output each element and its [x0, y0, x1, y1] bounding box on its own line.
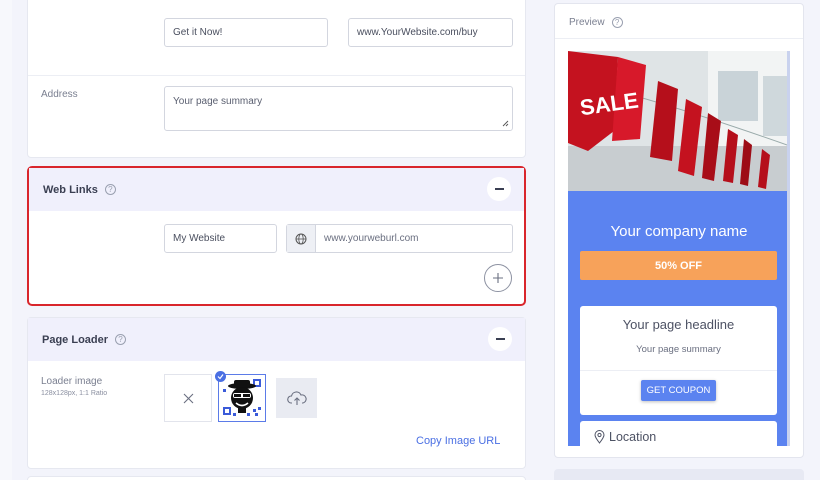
- button-url-input[interactable]: www.YourWebsite.com/buy: [348, 18, 513, 47]
- page-loader-header: Page Loader ?: [28, 318, 525, 361]
- cta-settings-card: Get it Now! www.YourWebsite.com/buy Addr…: [27, 0, 526, 158]
- minus-icon: [495, 338, 505, 340]
- hacker-avatar-qr-image: [221, 377, 263, 419]
- preview-panel: Preview ? SALE Your company name 50% OFF…: [554, 3, 804, 458]
- button-text-value: Get it Now!: [173, 27, 223, 38]
- location-text: Location: [609, 430, 657, 444]
- button-text-input[interactable]: Get it Now!: [164, 18, 328, 47]
- web-links-header: Web Links ?: [29, 168, 524, 211]
- upload-image-button[interactable]: [276, 378, 317, 418]
- lower-panel-edge: [554, 469, 804, 480]
- company-name: Your company name: [610, 223, 748, 240]
- page-loader-card: Page Loader ? Loader image 128x128px, 1:…: [27, 317, 526, 469]
- page-headline: Your page headline: [622, 317, 735, 332]
- collapse-web-links-button[interactable]: [487, 177, 511, 201]
- minus-icon: [494, 188, 504, 190]
- preview-label: Preview ?: [569, 17, 623, 28]
- remove-image-tile[interactable]: [164, 374, 212, 422]
- selected-loader-image[interactable]: [215, 371, 266, 422]
- question-circle-icon[interactable]: ?: [104, 184, 116, 195]
- link-url-input[interactable]: www.yourweburl.com: [286, 224, 513, 253]
- headline-card: Your page headline Your page summary GET…: [580, 306, 777, 415]
- page-loader-title: Page Loader: [42, 333, 109, 346]
- map-pin-icon: [594, 430, 605, 444]
- link-url-placeholder: www.yourweburl.com: [324, 233, 419, 244]
- add-link-button[interactable]: [484, 264, 512, 292]
- address-textarea[interactable]: Your page summary: [164, 86, 513, 131]
- loader-image-hint: 128x128px, 1:1 Ratio: [41, 390, 108, 397]
- location-card: Location: [580, 421, 777, 446]
- row-divider: [28, 75, 525, 76]
- hero-image: SALE: [568, 51, 790, 191]
- page-summary: Your page summary: [636, 344, 721, 355]
- web-links-title: Web Links: [43, 183, 98, 196]
- globe-icon: [287, 225, 316, 252]
- question-circle-icon[interactable]: ?: [611, 17, 623, 28]
- collapse-page-loader-button[interactable]: [488, 327, 512, 351]
- get-coupon-button[interactable]: GET COUPON: [641, 380, 716, 401]
- link-name-value: My Website: [173, 233, 226, 244]
- preview-label-text: Preview: [569, 17, 605, 28]
- sale-banner-image: SALE: [568, 51, 790, 191]
- button-url-value: www.YourWebsite.com/buy: [357, 27, 478, 38]
- cloud-upload-icon: [286, 391, 307, 405]
- address-label: Address: [41, 89, 78, 100]
- plus-icon: [493, 273, 503, 283]
- address-placeholder: Your page summary: [173, 96, 263, 107]
- card-divider: [580, 370, 777, 371]
- preview-divider: [555, 38, 803, 39]
- page-gutter: [0, 0, 12, 480]
- location-row: Location: [594, 430, 656, 444]
- copy-image-url-link[interactable]: Copy Image URL: [416, 435, 500, 447]
- offer-banner[interactable]: 50% OFF: [580, 251, 777, 280]
- close-icon: [183, 393, 193, 403]
- next-section-card: [27, 476, 526, 480]
- resize-grip-icon[interactable]: [502, 120, 509, 127]
- check-icon: [215, 371, 226, 382]
- phone-preview: SALE Your company name 50% OFF Your page…: [568, 51, 790, 446]
- loader-image-label: Loader image: [41, 376, 103, 387]
- link-name-input[interactable]: My Website: [164, 224, 277, 253]
- question-circle-icon[interactable]: ?: [115, 334, 127, 345]
- preview-scrollbar[interactable]: [787, 51, 790, 446]
- web-links-card: Web Links ? My Website www.yourweburl.co…: [27, 166, 526, 306]
